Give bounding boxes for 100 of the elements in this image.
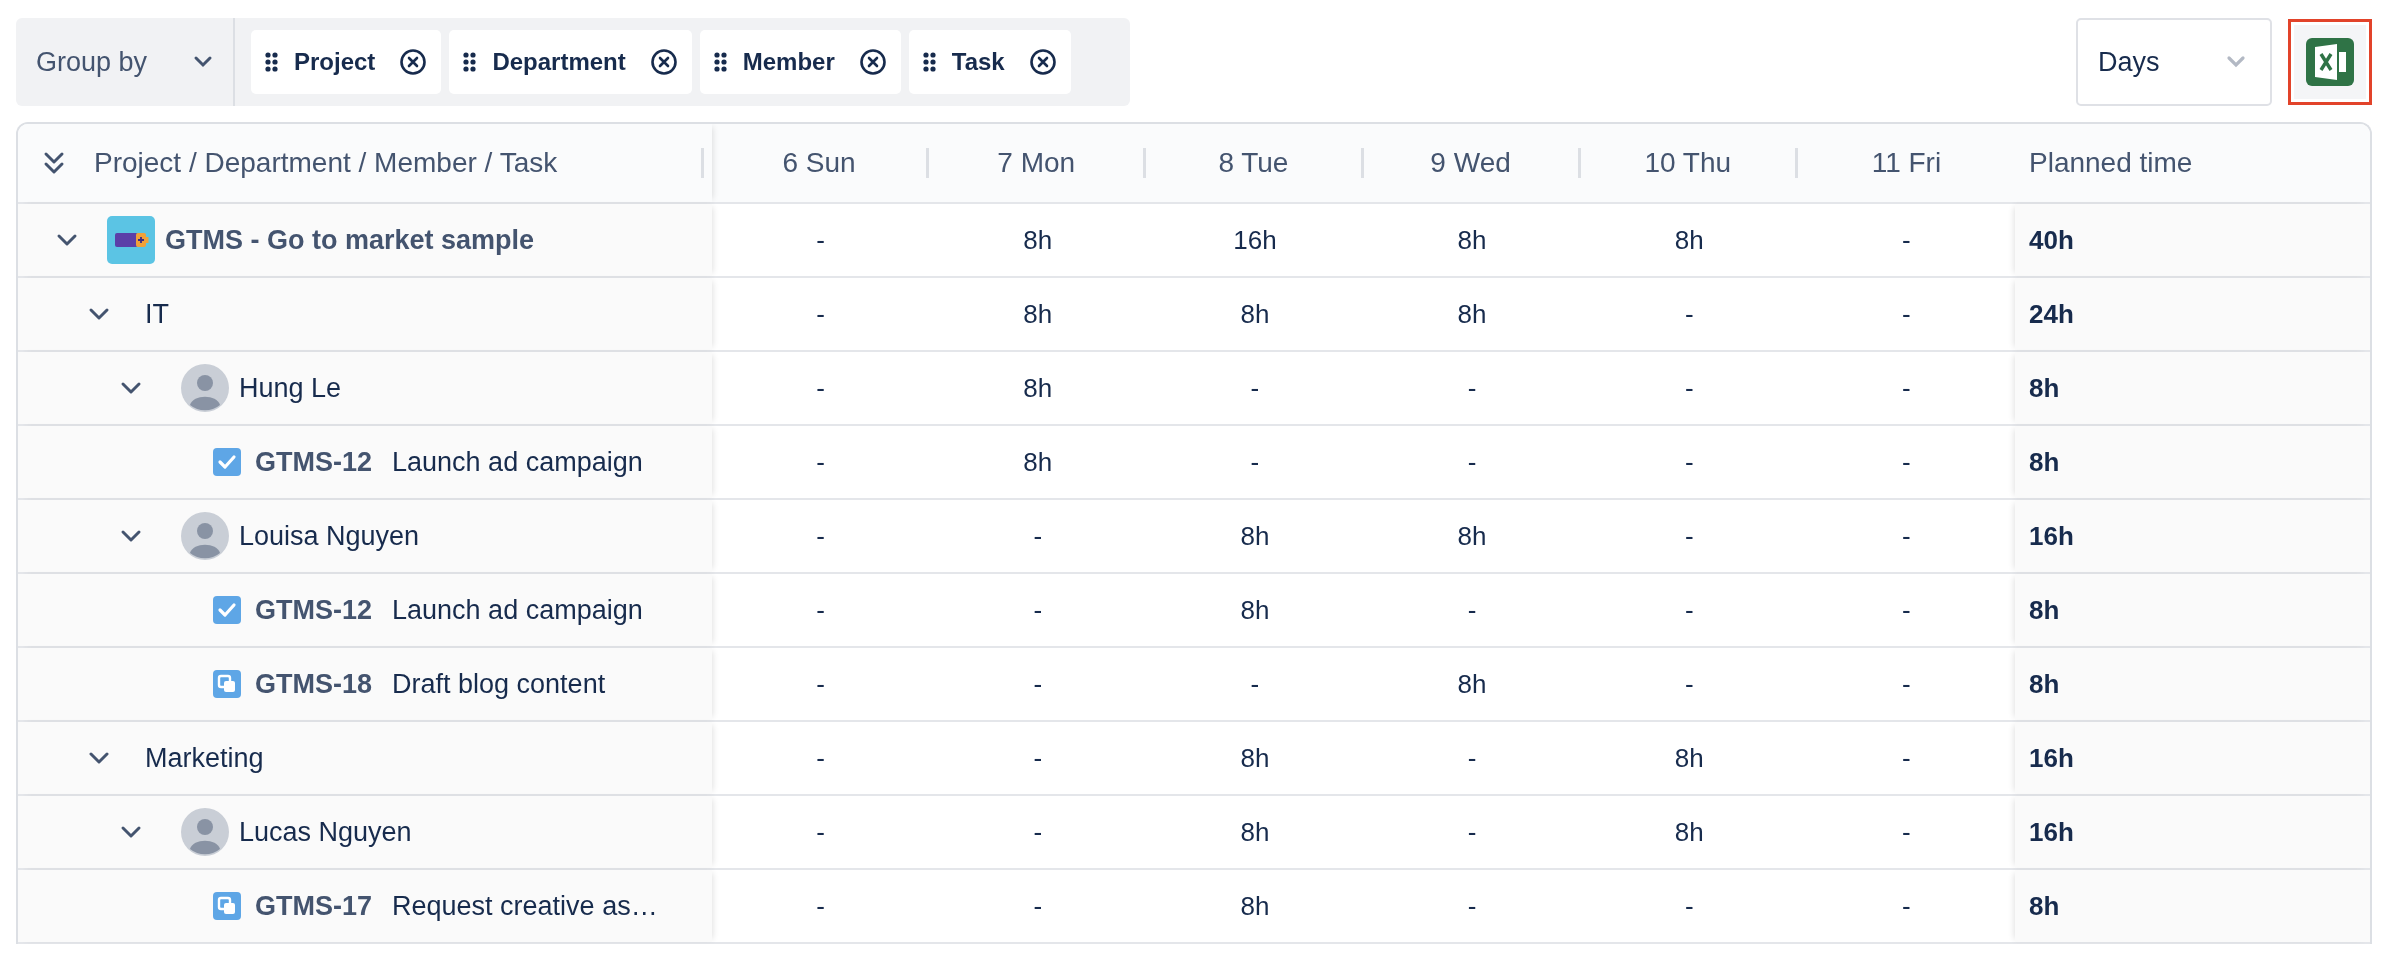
double-chevron-icon: [42, 150, 66, 176]
total-cell-text: 16h: [2029, 815, 2074, 849]
issue-key[interactable]: GTMS-17: [255, 885, 373, 927]
issue-key[interactable]: GTMS-12: [255, 589, 373, 631]
table-cell-text: -: [1033, 741, 1043, 775]
export-button[interactable]: [2288, 19, 2372, 105]
drag-handle-icon[interactable]: [922, 52, 936, 72]
table-cell-text: 8h: [1457, 667, 1487, 701]
column-header: 6 Sun: [781, 146, 857, 180]
drag-handle-icon[interactable]: [463, 52, 477, 72]
table-cell-text: 16h: [1233, 223, 1277, 257]
task-title: Launch ad campaign: [392, 593, 643, 627]
overlapping-squares-icon: [213, 892, 241, 920]
table-cell-text: -: [1902, 371, 1911, 405]
remove-button[interactable]: [1028, 48, 1057, 76]
group-by-dropdown[interactable]: Group by: [16, 18, 235, 106]
table-cell-text: -: [1033, 667, 1043, 701]
table-cell-text: -: [1902, 667, 1911, 701]
total-cell-text: 8h: [2029, 445, 2060, 479]
total-cell-text: 16h: [2029, 741, 2074, 775]
overlapping-squares-icon: [213, 670, 241, 698]
table-cell-text: -: [1467, 371, 1477, 405]
close-icon: [399, 48, 428, 76]
table-cell-text: -: [1467, 889, 1477, 923]
table-cell-text: -: [1684, 889, 1694, 923]
table-cell-text: 8h: [1023, 371, 1053, 405]
total-cell-text: 40h: [2029, 223, 2074, 257]
table-cell-text: -: [816, 889, 825, 923]
battery-icon: [107, 216, 155, 264]
group-label: Department: [492, 47, 626, 77]
table-cell-text: 8h: [1240, 297, 1270, 331]
total-cell-text: 8h: [2029, 667, 2060, 701]
task-title: Draft blog content: [392, 667, 606, 701]
table-cell-text: 8h: [1023, 445, 1053, 479]
project-name: GTMS - Go to market sample: [165, 223, 535, 257]
table-cell-text: -: [1250, 445, 1260, 479]
member-name: Hung Le: [239, 371, 342, 405]
table-cell-text: -: [816, 445, 825, 479]
remove-button[interactable]: [649, 48, 678, 76]
close-icon: [858, 48, 887, 76]
table-cell-text: -: [1467, 741, 1477, 775]
table-cell-text: 8h: [1240, 815, 1270, 849]
close-icon: [649, 48, 678, 76]
group-label: Member: [742, 47, 835, 77]
table-cell-text: -: [1902, 297, 1911, 331]
table-cell-text: -: [816, 815, 825, 849]
issue-key[interactable]: GTMS-12: [255, 441, 373, 483]
task-title: Request creative as…: [392, 889, 658, 923]
table-cell-text: -: [1902, 519, 1911, 553]
column-header: 8 Tue: [1217, 146, 1290, 180]
table-cell-text: -: [1902, 889, 1911, 923]
table-cell-text: 8h: [1674, 223, 1704, 257]
table-cell-text: -: [1684, 667, 1694, 701]
table-cell-text: -: [816, 667, 825, 701]
remove-button[interactable]: [858, 48, 887, 76]
total-cell-text: 24h: [2029, 297, 2074, 331]
column-header: Project / Department / Member / Task: [94, 146, 558, 180]
check-square-icon: [213, 448, 241, 476]
remove-button[interactable]: [399, 48, 428, 76]
column-header: 11 Fri: [1870, 146, 1943, 180]
column-header: Planned time: [2029, 146, 2193, 180]
table-cell-text: -: [1033, 519, 1043, 553]
close-icon: [1028, 48, 1057, 76]
view-select[interactable]: Days: [2076, 18, 2272, 106]
table-cell-text: -: [1467, 445, 1477, 479]
table-cell-text: -: [816, 519, 825, 553]
drag-handle-icon[interactable]: [265, 52, 278, 72]
table-cell-text: -: [1902, 815, 1911, 849]
issue-key[interactable]: GTMS-18: [255, 663, 373, 705]
table-cell-text: -: [1684, 519, 1694, 553]
group-label: Task: [951, 47, 1005, 77]
table-cell-text: -: [1684, 297, 1694, 331]
drag-handle-icon[interactable]: [713, 52, 727, 72]
table-cell-text: 8h: [1457, 519, 1487, 553]
table-cell-text: -: [1467, 815, 1477, 849]
table-cell-text: 8h: [1457, 223, 1487, 257]
column-header: 10 Thu: [1643, 146, 1733, 180]
table-cell-text: -: [816, 593, 825, 627]
table-cell-text: 8h: [1240, 889, 1270, 923]
avatar-silhouette: [181, 512, 229, 560]
table-cell-text: -: [816, 741, 825, 775]
table-cell-text: -: [1684, 445, 1694, 479]
table-cell-text: 8h: [1674, 815, 1704, 849]
table-cell-text: -: [1684, 593, 1694, 627]
table-cell-text: -: [816, 297, 825, 331]
table-cell-text: -: [1902, 741, 1911, 775]
member-name: Lucas Nguyen: [239, 815, 412, 849]
table-cell-text: -: [1902, 223, 1911, 257]
column-header: 9 Wed: [1429, 146, 1512, 180]
task-title: Launch ad campaign: [392, 445, 643, 479]
table-cell-text: 8h: [1240, 593, 1270, 627]
table-cell-text: -: [1033, 815, 1043, 849]
table-cell-text: -: [1033, 593, 1043, 627]
total-cell-text: 8h: [2029, 889, 2060, 923]
table-cell-text: 8h: [1023, 223, 1053, 257]
spreadsheet-icon: [2306, 38, 2354, 86]
total-cell-text: 8h: [2029, 593, 2060, 627]
table-cell-text: -: [816, 223, 825, 257]
avatar-silhouette: [181, 364, 229, 412]
table-cell-text: 8h: [1240, 519, 1270, 553]
